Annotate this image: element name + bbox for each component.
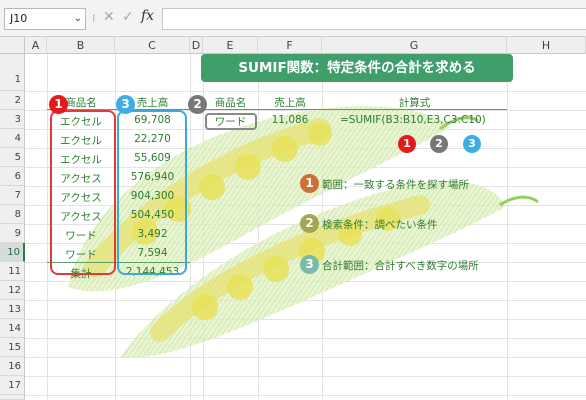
insert-function-button[interactable]: fx [141, 8, 154, 24]
header-product-2: 商品名 [214, 97, 247, 109]
name-box-value: J10 [10, 12, 28, 25]
formula-input[interactable] [162, 8, 586, 30]
formula-arg-3-badge: 3 [463, 135, 481, 153]
legend-2-text: 検索条件：調べたい条件 [322, 219, 438, 231]
range-highlight-box [50, 110, 116, 275]
legend-1-text: 範囲：一致する条件を探す場所 [322, 179, 469, 191]
header-formula: 計算式 [398, 97, 431, 109]
formula-bar: J10 ⌄ ⁞ ✕ ✓ fx [0, 0, 586, 37]
name-box[interactable]: J10 ⌄ [4, 8, 86, 30]
formula-cell[interactable]: =SUMIF(B3:B10,E3,C3:C10) [340, 114, 507, 126]
sum-range-highlight-box [117, 110, 187, 275]
legend-3-badge: 3 [300, 255, 319, 274]
spreadsheet-grid[interactable]: A B C D E F G H 1 2 3 4 5 6 7 8 9 10 11 … [0, 37, 586, 400]
marker-1-badge: 1 [49, 95, 68, 114]
header-sales-2: 売上高 [274, 97, 306, 109]
cancel-icon[interactable]: ✕ [103, 9, 115, 25]
chevron-down-icon[interactable]: ⌄ [74, 9, 82, 29]
result-cell[interactable]: 11,086 [258, 114, 322, 126]
formula-arg-1-badge: 1 [398, 135, 416, 153]
legend-2-badge: 2 [300, 214, 319, 233]
marker-3-badge: 3 [116, 95, 135, 114]
formula-arg-2-badge: 2 [430, 135, 448, 153]
enter-icon[interactable]: ✓ [122, 9, 134, 25]
marker-2-badge: 2 [188, 95, 207, 114]
criteria-highlight-box [205, 113, 257, 130]
separator-icon: ⁞ [92, 12, 95, 25]
legend-3-text: 合計範囲：合計すべき数字の場所 [322, 260, 479, 272]
legend-1-badge: 1 [300, 174, 319, 193]
title-banner: SUMIF関数：特定条件の合計を求める [201, 54, 513, 82]
